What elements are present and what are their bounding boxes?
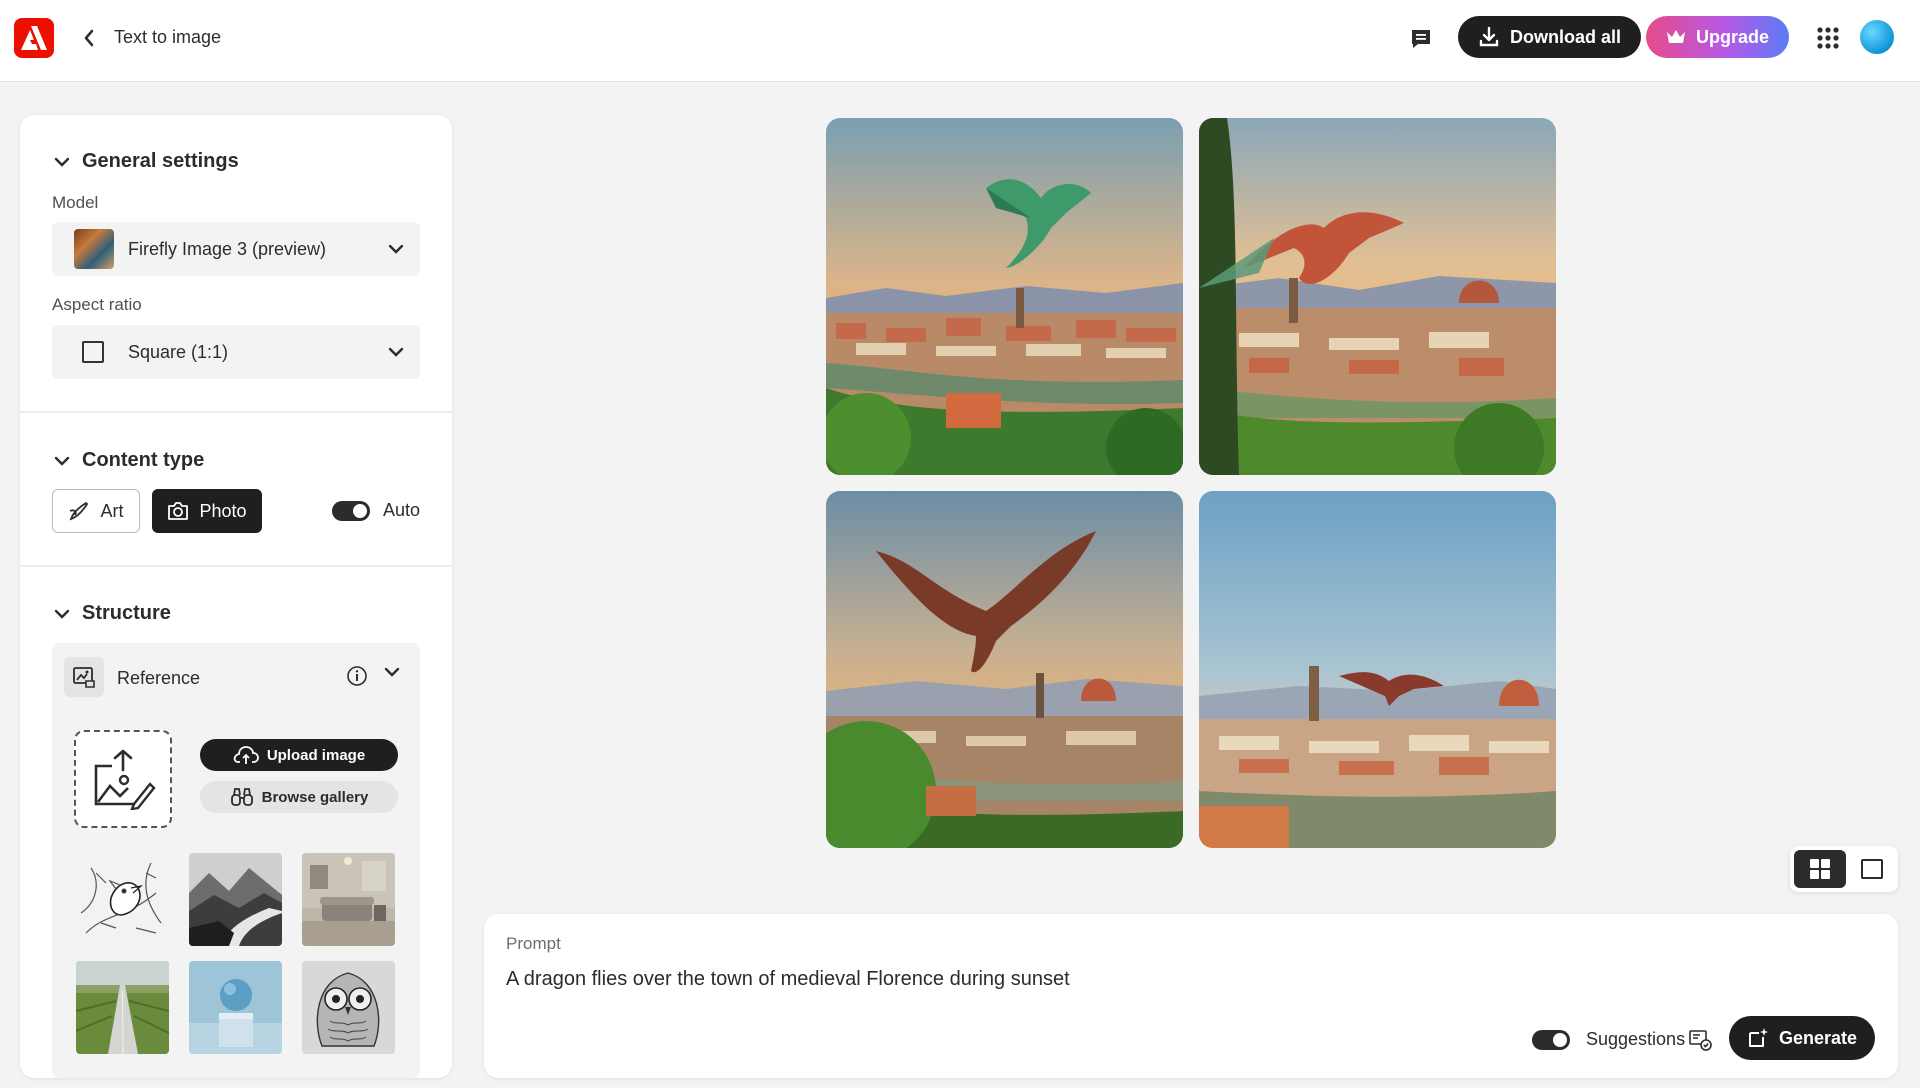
top-bar: Text to image Download all Upgrade bbox=[0, 0, 1920, 82]
reference-image-icon bbox=[64, 657, 104, 697]
page-title: Text to image bbox=[114, 27, 222, 47]
settings-panel: General settings Model Firefly Image 3 (… bbox=[20, 115, 452, 1078]
suggestions-settings-icon[interactable] bbox=[1688, 1027, 1712, 1051]
generate-button[interactable]: Generate bbox=[1729, 1016, 1875, 1060]
download-all-label: Download all bbox=[1509, 26, 1621, 47]
auto-label: Auto bbox=[383, 500, 421, 520]
upgrade-label: Upgrade bbox=[1695, 26, 1769, 47]
chevron-down-icon bbox=[54, 609, 70, 619]
upload-image-icon bbox=[94, 749, 156, 810]
prompt-input[interactable]: A dragon flies over the town of medieval… bbox=[506, 968, 1070, 991]
upload-image-button[interactable]: Upload image bbox=[200, 739, 398, 771]
model-dropdown[interactable]: Firefly Image 3 (preview) bbox=[52, 222, 420, 276]
model-thumbnail bbox=[74, 229, 114, 269]
view-mode-toggle bbox=[1790, 846, 1898, 892]
prompt-label: Prompt bbox=[506, 934, 561, 953]
suggestions-label: Suggestions bbox=[1586, 1029, 1686, 1049]
suggestions-toggle[interactable] bbox=[1532, 1030, 1570, 1050]
adobe-firefly-logo[interactable] bbox=[14, 18, 54, 58]
aspect-ratio-value: Square (1:1) bbox=[128, 341, 229, 362]
generated-image-4[interactable] bbox=[1199, 491, 1556, 848]
reference-thumbnail-owl[interactable] bbox=[302, 961, 395, 1054]
brush-icon bbox=[70, 501, 89, 521]
cloud-upload-icon bbox=[233, 746, 259, 764]
upgrade-button[interactable]: Upgrade bbox=[1646, 16, 1789, 58]
section-divider bbox=[20, 565, 452, 567]
generate-label: Generate bbox=[1778, 1027, 1858, 1048]
grid-view-icon[interactable] bbox=[1794, 850, 1846, 888]
content-type-art-button[interactable]: Art bbox=[52, 489, 140, 533]
reference-thumbnail-road[interactable] bbox=[76, 961, 169, 1054]
reference-thumbnail-sphere[interactable] bbox=[189, 961, 282, 1054]
user-avatar[interactable] bbox=[1860, 20, 1894, 54]
structure-header[interactable]: Structure bbox=[54, 602, 171, 625]
reference-thumbnail-bird[interactable] bbox=[76, 853, 169, 946]
art-label: Art bbox=[100, 500, 124, 521]
photo-label: Photo bbox=[199, 500, 247, 521]
generated-image-2[interactable] bbox=[1199, 118, 1556, 475]
aspect-ratio-label: Aspect ratio bbox=[52, 295, 142, 314]
reference-section: Reference Upload image Browse gallery bbox=[52, 643, 420, 1078]
info-icon[interactable] bbox=[346, 665, 368, 687]
square-ratio-icon bbox=[82, 341, 104, 363]
binoculars-icon bbox=[230, 788, 253, 806]
reference-upload-dropzone[interactable] bbox=[74, 730, 172, 828]
download-icon bbox=[1479, 26, 1499, 47]
content-type-header[interactable]: Content type bbox=[54, 449, 204, 472]
camera-icon bbox=[168, 502, 189, 520]
chevron-down-icon bbox=[54, 456, 70, 466]
chevron-down-icon[interactable] bbox=[384, 667, 400, 677]
model-label: Model bbox=[52, 193, 99, 212]
generate-sparkle-icon bbox=[1748, 1028, 1768, 1047]
generated-image-1[interactable] bbox=[826, 118, 1183, 475]
back-chevron-icon[interactable] bbox=[78, 26, 100, 50]
auto-toggle[interactable] bbox=[332, 501, 370, 521]
crown-icon bbox=[1666, 30, 1685, 43]
single-view-icon[interactable] bbox=[1850, 850, 1894, 888]
generated-image-3[interactable] bbox=[826, 491, 1183, 848]
aspect-ratio-dropdown[interactable]: Square (1:1) bbox=[52, 325, 420, 379]
general-settings-header[interactable]: General settings bbox=[54, 150, 239, 173]
chevron-down-icon bbox=[54, 157, 70, 167]
content-type-photo-button[interactable]: Photo bbox=[152, 489, 262, 533]
model-value: Firefly Image 3 (preview) bbox=[128, 238, 327, 259]
prompt-panel: Prompt A dragon flies over the town of m… bbox=[484, 914, 1898, 1078]
reference-thumbnail-living-room[interactable] bbox=[302, 853, 395, 946]
reference-header[interactable]: Reference bbox=[52, 643, 420, 705]
browse-gallery-button[interactable]: Browse gallery bbox=[200, 781, 398, 813]
download-all-button[interactable]: Download all bbox=[1458, 16, 1641, 58]
app-switcher-grid-icon[interactable] bbox=[1814, 24, 1842, 52]
reference-thumbnail-mountains[interactable] bbox=[189, 853, 282, 946]
upload-image-label: Upload image bbox=[266, 746, 366, 764]
section-divider bbox=[20, 411, 452, 413]
structure-title: Structure bbox=[82, 602, 171, 624]
chevron-down-icon bbox=[388, 244, 404, 254]
content-type-title: Content type bbox=[82, 449, 205, 471]
chevron-down-icon bbox=[388, 347, 404, 357]
general-settings-title: General settings bbox=[82, 150, 239, 172]
reference-label: Reference bbox=[117, 668, 201, 688]
feedback-icon[interactable] bbox=[1406, 24, 1436, 54]
browse-gallery-label: Browse gallery bbox=[261, 788, 369, 806]
